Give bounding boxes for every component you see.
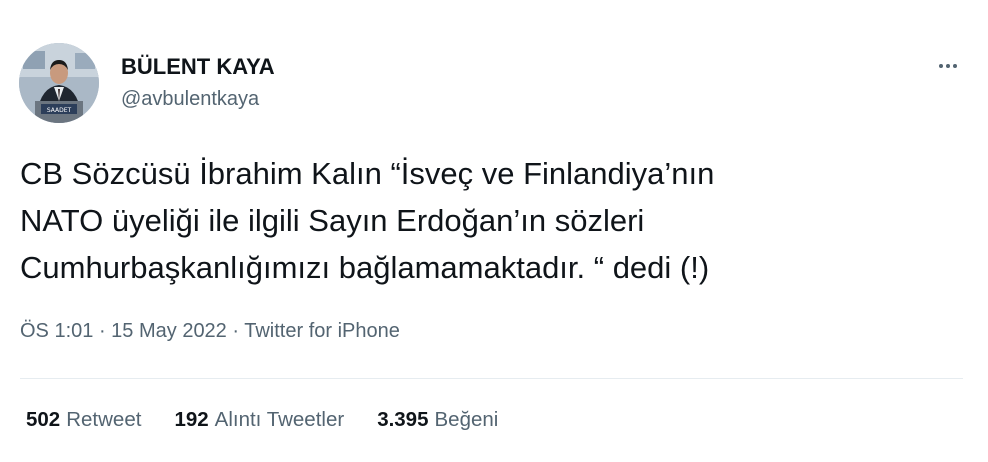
more-horizontal-icon-dot xyxy=(953,64,957,68)
avatar[interactable]: SAADET xyxy=(19,43,99,123)
avatar-photo: SAADET xyxy=(19,43,99,123)
likes-stat[interactable]: 3.395 Beğeni xyxy=(377,408,498,432)
tweet-source[interactable]: Twitter for iPhone xyxy=(244,320,400,342)
meta-separator: · xyxy=(232,320,245,342)
retweets-count: 502 xyxy=(26,408,61,431)
tweet-text-line: Cumhurbaşkanlığımızı bağlamamaktadır. “ … xyxy=(20,250,710,285)
retweets-label: Retweet xyxy=(66,408,142,431)
quotes-stat[interactable]: 192 Alıntı Tweetler xyxy=(174,408,344,432)
divider xyxy=(20,378,963,379)
author-handle[interactable]: @avbulentkaya xyxy=(121,88,259,111)
likes-label: Beğeni xyxy=(434,408,499,431)
more-horizontal-icon-dot xyxy=(946,64,950,68)
likes-count: 3.395 xyxy=(377,408,429,431)
more-button[interactable] xyxy=(930,56,966,76)
retweets-stat[interactable]: 502 Retweet xyxy=(26,408,141,432)
avatar-banner-text: SAADET xyxy=(47,107,72,114)
quotes-label: Alıntı Tweetler xyxy=(214,408,345,431)
tweet-text-line: CB Sözcüsü İbrahim Kalın “İsveç ve Finla… xyxy=(20,156,715,191)
author-name[interactable]: BÜLENT KAYA xyxy=(121,54,275,80)
tweet-card: SAADET BÜLENT KAYA @avbulentkaya CB Sözc… xyxy=(0,0,988,462)
tweet-text-line: NATO üyeliği ile ilgili Sayın Erdoğan’ın… xyxy=(20,203,645,238)
tweet-time[interactable]: ÖS 1:01 xyxy=(20,320,93,342)
tweet-stats: 502 Retweet 192 Alıntı Tweetler 3.395 Beğen… xyxy=(26,408,531,432)
tweet-date[interactable]: 15 May 2022 xyxy=(111,320,227,342)
tweet-text: CB Sözcüsü İbrahim Kalın “İsveç ve Finla… xyxy=(20,150,950,291)
quotes-count: 192 xyxy=(174,408,209,431)
more-horizontal-icon xyxy=(939,64,943,68)
tweet-meta: ÖS 1:01 · 15 May 2022 · Twitter for iPho… xyxy=(20,320,400,343)
meta-separator: · xyxy=(98,320,112,342)
